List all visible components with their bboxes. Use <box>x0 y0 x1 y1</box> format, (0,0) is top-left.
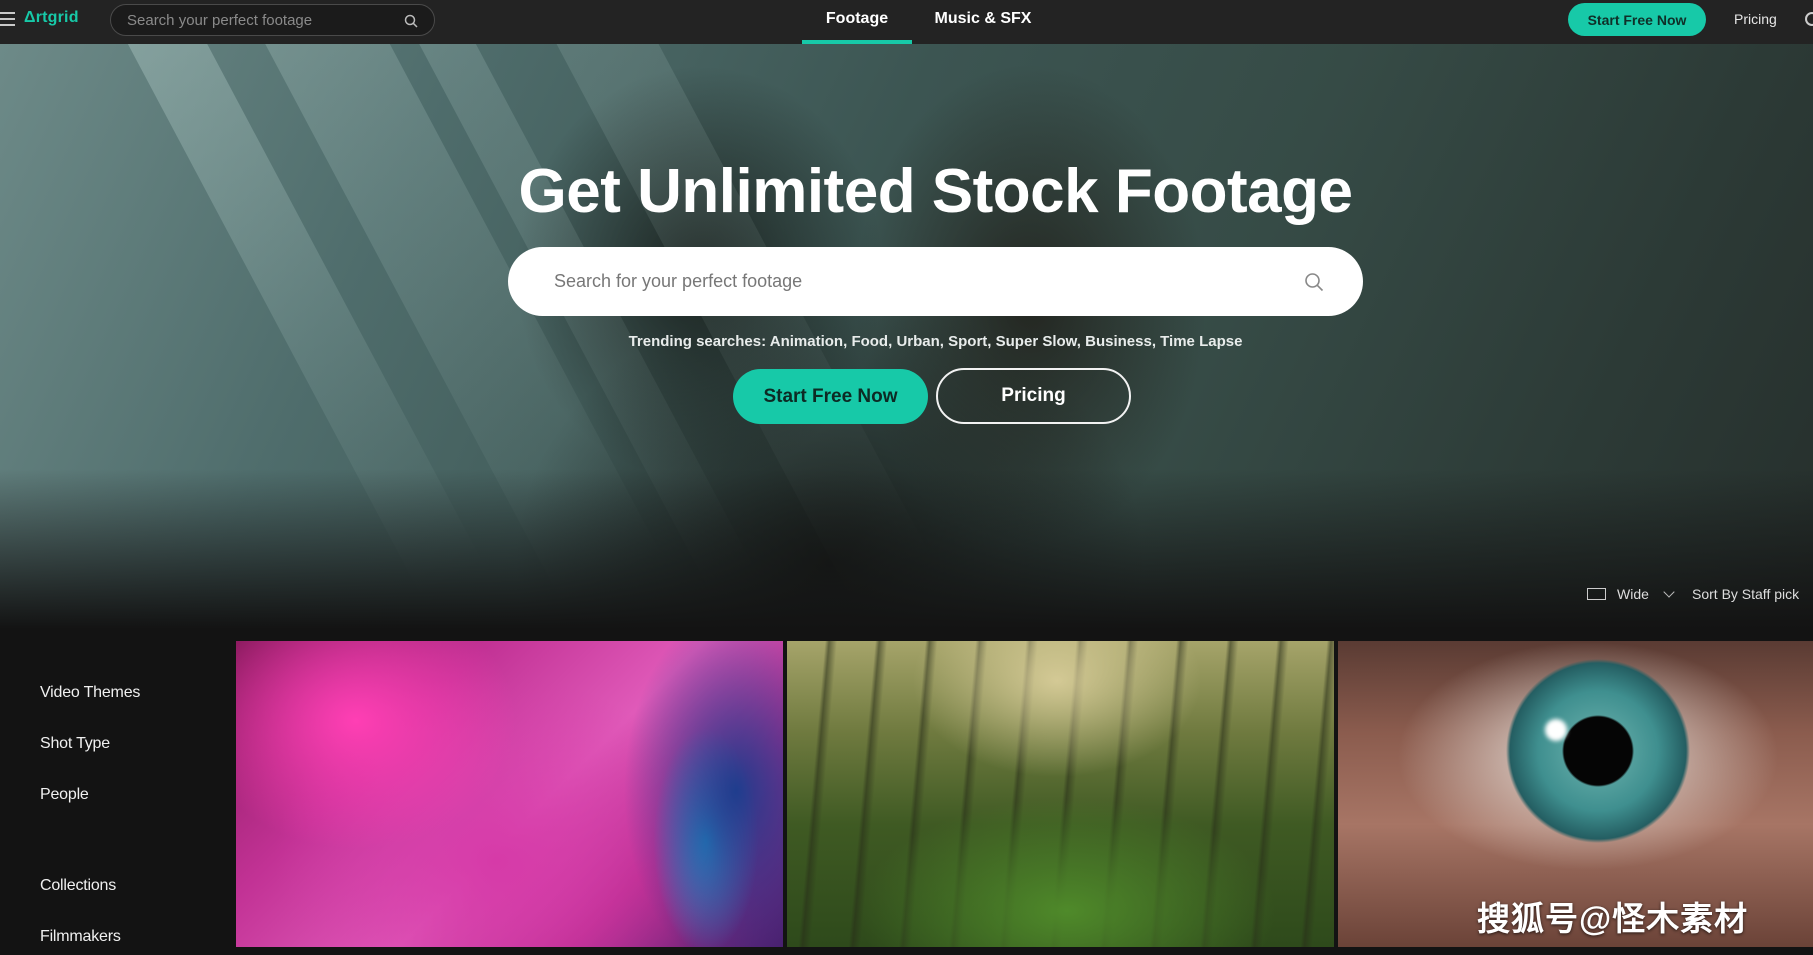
category-sidebar: Video Themes Shot Type People Collection… <box>0 629 236 955</box>
artgrid-logo[interactable]: Δrtgrid <box>24 9 79 27</box>
hero-banner: Get Unlimited Stock Footage Trending sea… <box>0 44 1813 629</box>
view-mode-dropdown[interactable]: Wide <box>1587 586 1675 602</box>
view-mode-label: Wide <box>1617 586 1649 602</box>
top-search-input[interactable] <box>127 5 397 35</box>
trending-link-time-lapse[interactable]: Time Lapse <box>1160 333 1242 350</box>
trending-link-sport[interactable]: Sport <box>948 333 987 350</box>
hero-search-box <box>508 247 1363 316</box>
hero-search-input[interactable] <box>554 247 1274 316</box>
tab-footage[interactable]: Footage <box>802 0 912 44</box>
sidebar-item-people[interactable]: People <box>40 786 89 804</box>
sidebar-item-collections[interactable]: Collections <box>40 877 116 895</box>
hero-pricing-button[interactable]: Pricing <box>936 368 1131 424</box>
sort-dropdown[interactable]: Sort By Staff pick <box>1692 586 1799 602</box>
trending-link-super-slow[interactable]: Super Slow <box>996 333 1077 350</box>
trending-label: Trending searches: <box>628 333 767 350</box>
search-icon[interactable] <box>404 14 418 28</box>
trending-link-animation[interactable]: Animation <box>770 333 843 350</box>
watermark-text: 搜狐号@怪木素材 <box>1477 900 1749 937</box>
top-start-free-button[interactable]: Start Free Now <box>1568 3 1706 36</box>
trending-searches: Trending searches: Animation, Food, Urba… <box>628 333 1243 350</box>
wide-view-icon <box>1587 588 1606 600</box>
search-icon[interactable] <box>1304 272 1324 292</box>
chevron-down-icon <box>1663 586 1675 598</box>
trending-link-urban[interactable]: Urban <box>896 333 939 350</box>
hero-start-free-button[interactable]: Start Free Now <box>733 369 928 424</box>
eye-glint <box>1545 719 1567 741</box>
language-globe-icon[interactable] <box>1805 12 1813 26</box>
footage-tile-abstract-ink[interactable] <box>236 641 783 947</box>
sidebar-item-shot-type[interactable]: Shot Type <box>40 735 110 753</box>
top-navigation-bar: Δrtgrid Footage Music & SFX Start Free N… <box>0 0 1813 44</box>
tab-music-sfx[interactable]: Music & SFX <box>922 0 1044 44</box>
sidebar-item-filmmakers[interactable]: Filmmakers <box>40 928 121 946</box>
top-search-box <box>110 4 435 36</box>
hamburger-menu-icon[interactable] <box>0 12 15 28</box>
top-pricing-link[interactable]: Pricing <box>1734 11 1777 27</box>
trending-link-food[interactable]: Food <box>851 333 888 350</box>
footage-tile-mossy-forest[interactable] <box>787 641 1334 947</box>
sidebar-item-video-themes[interactable]: Video Themes <box>40 684 140 702</box>
trending-link-business[interactable]: Business <box>1085 333 1152 350</box>
hero-title: Get Unlimited Stock Footage <box>518 157 1353 226</box>
